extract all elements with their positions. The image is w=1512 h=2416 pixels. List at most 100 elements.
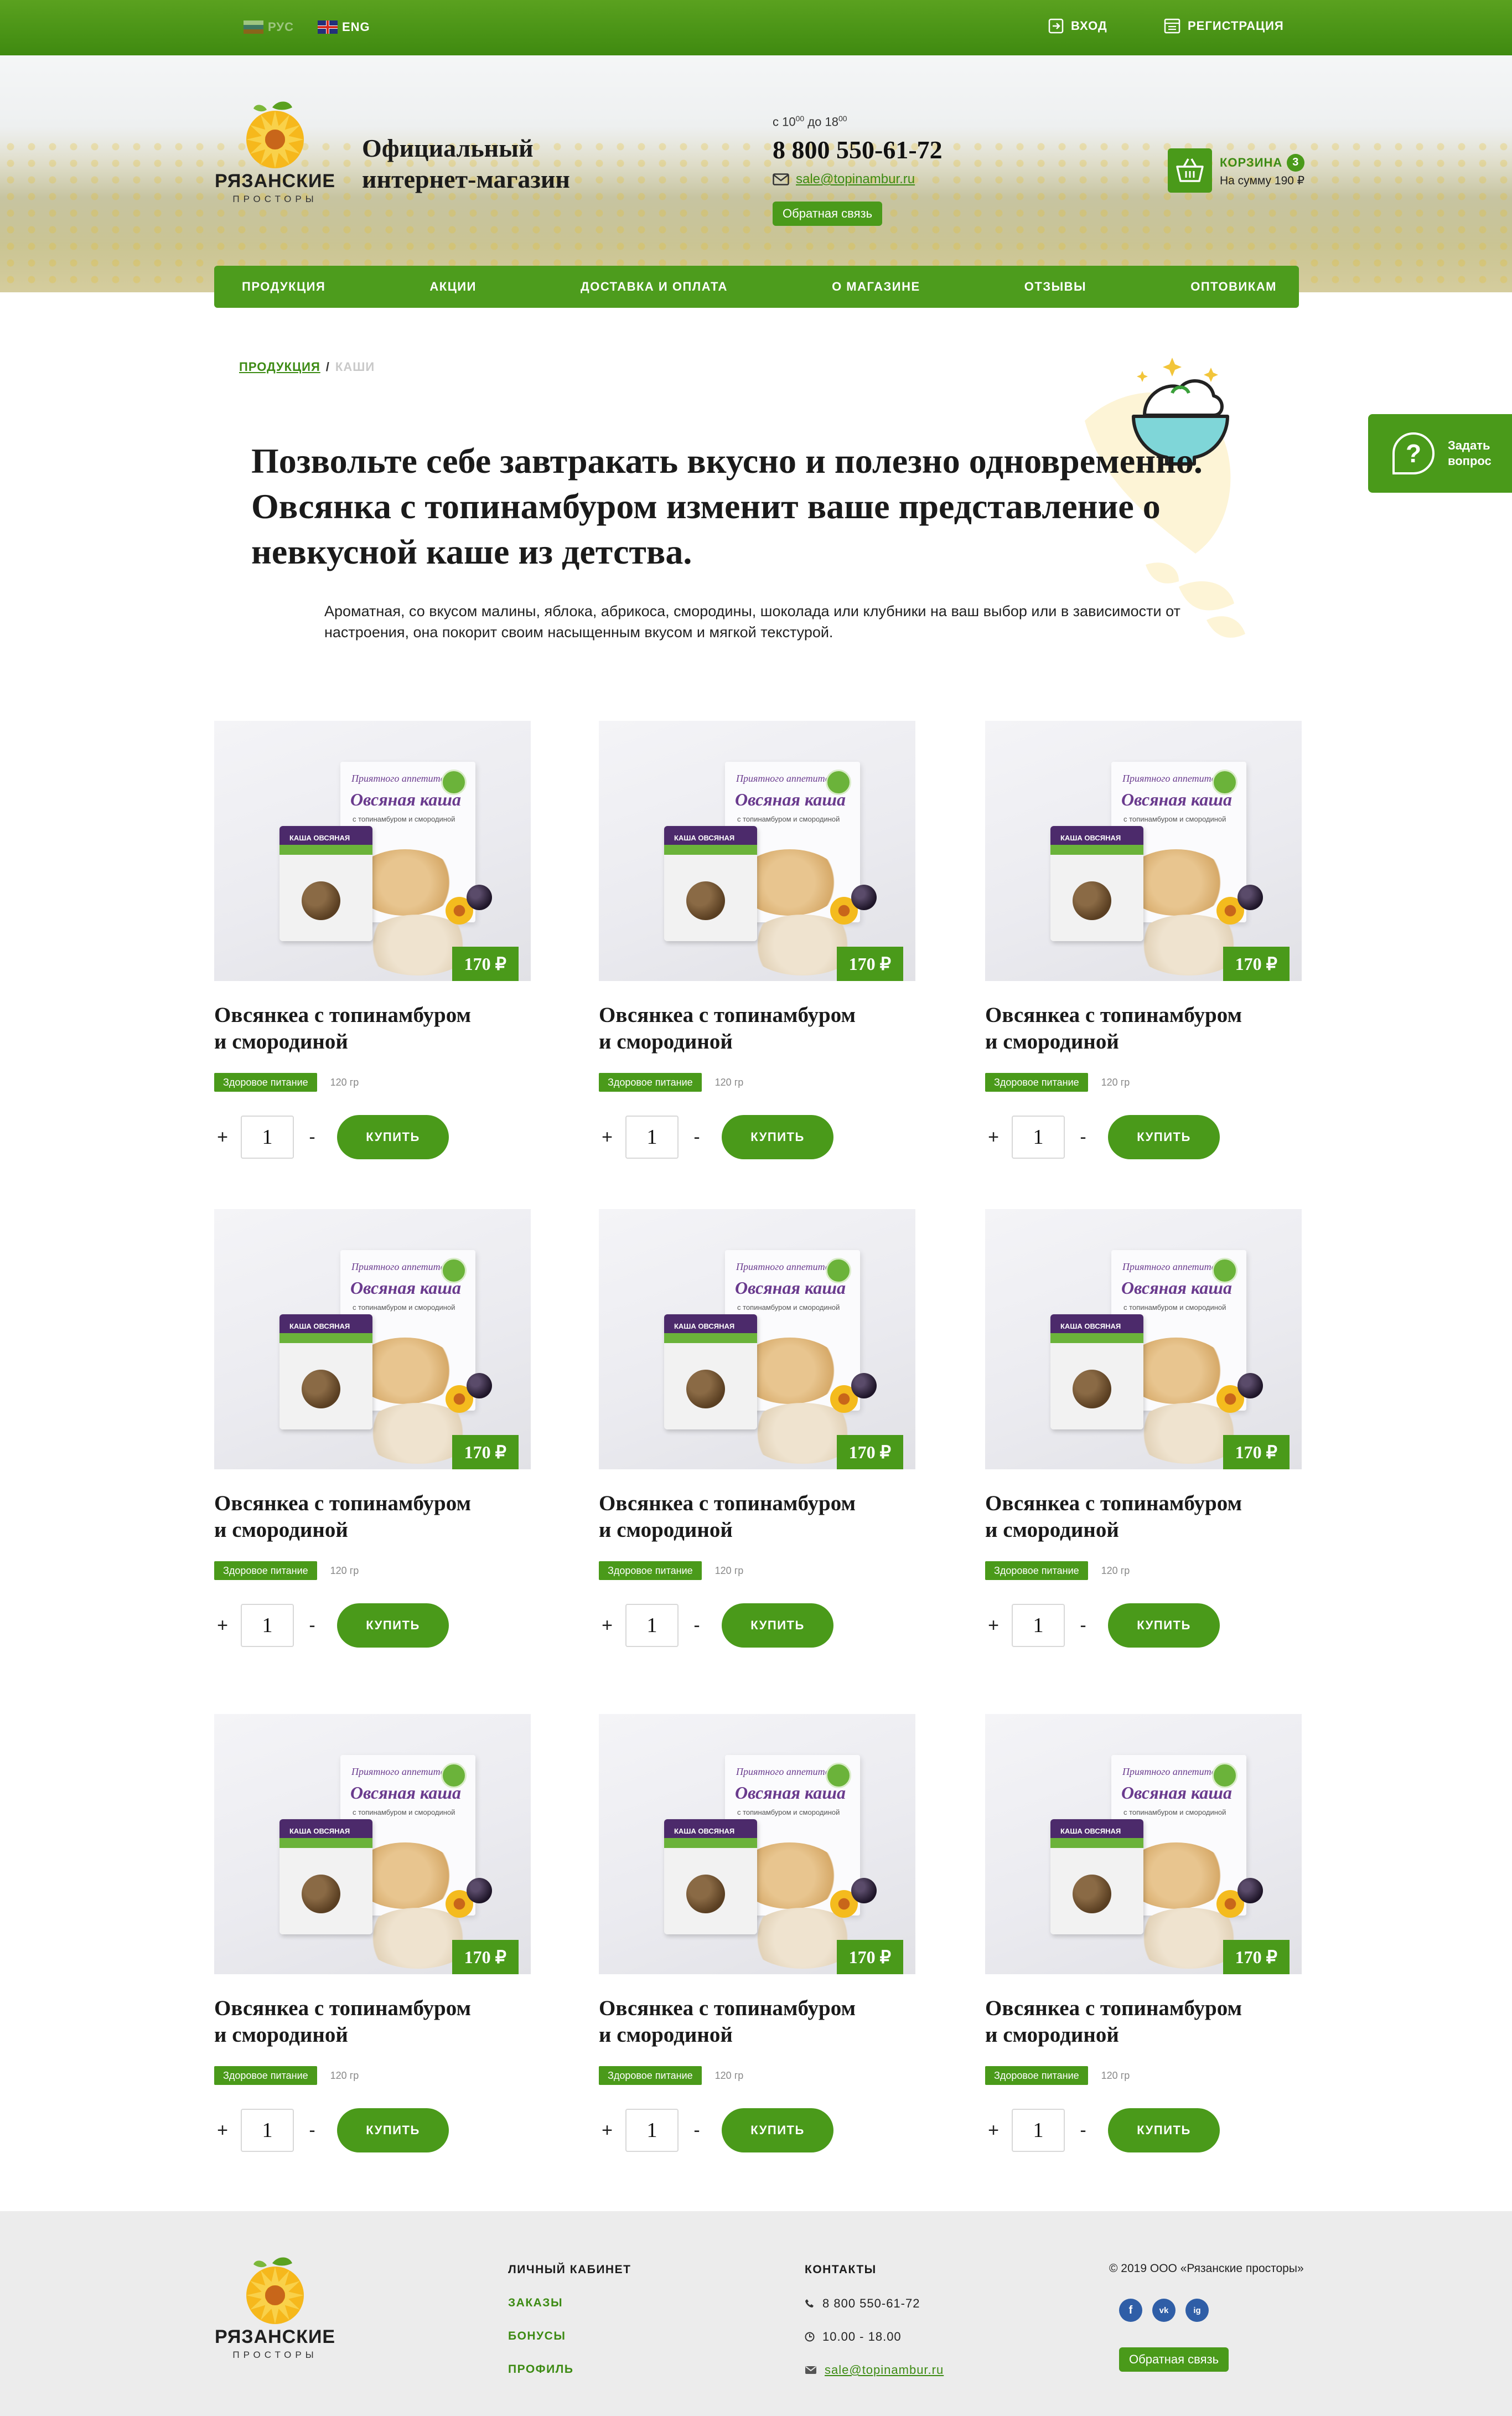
ask-question-button[interactable]: ? Задать вопрос bbox=[1368, 414, 1512, 493]
lang-switch-ru[interactable]: РУС bbox=[244, 20, 294, 34]
buy-button[interactable]: КУПИТЬ bbox=[337, 1115, 449, 1159]
product-name[interactable]: Овсянкеа с топинамбуром и смородиной bbox=[214, 1002, 531, 1055]
price-badge: 170 ₽ bbox=[836, 947, 903, 981]
facebook-icon[interactable]: f bbox=[1119, 2299, 1142, 2322]
product-name[interactable]: Овсянкеа с топинамбуром и смородиной bbox=[599, 1490, 915, 1543]
footer-link-profile[interactable]: ПРОФИЛЬ bbox=[508, 2363, 574, 2376]
category-tag[interactable]: Здоровое питание bbox=[599, 1561, 702, 1580]
footer-link-bonuses[interactable]: БОНУСЫ bbox=[508, 2330, 566, 2343]
instagram-icon[interactable]: ig bbox=[1185, 2299, 1209, 2322]
qty-plus-button[interactable]: + bbox=[214, 2121, 231, 2140]
qty-input[interactable]: 1 bbox=[1012, 1116, 1065, 1159]
login-link[interactable]: ВХОД bbox=[1048, 18, 1107, 34]
product-weight: 120 гр bbox=[1101, 2069, 1130, 2081]
qty-input[interactable]: 1 bbox=[241, 1116, 294, 1159]
header-phone[interactable]: 8 800 550-61-72 bbox=[773, 135, 943, 164]
qty-plus-button[interactable]: + bbox=[985, 1616, 1002, 1635]
cart-button[interactable] bbox=[1168, 148, 1212, 193]
category-tag[interactable]: Здоровое питание bbox=[985, 2066, 1088, 2085]
nav-item-products[interactable]: ПРОДУКЦИЯ bbox=[242, 280, 325, 294]
header-email-link[interactable]: sale@topinambur.ru bbox=[773, 172, 915, 187]
footer-phone[interactable]: 8 800 550-61-72 bbox=[805, 2296, 920, 2311]
qty-plus-button[interactable]: + bbox=[985, 2121, 1002, 2140]
qty-plus-button[interactable]: + bbox=[214, 1616, 231, 1635]
product-name[interactable]: Овсянкеа с топинамбуром и смородиной bbox=[599, 1995, 915, 2048]
buy-button[interactable]: КУПИТЬ bbox=[722, 1115, 833, 1159]
qty-plus-button[interactable]: + bbox=[599, 1616, 615, 1635]
qty-input[interactable]: 1 bbox=[625, 1604, 679, 1647]
qty-minus-button[interactable]: - bbox=[1075, 1616, 1091, 1635]
product-box-title: Овсяная каша bbox=[1121, 789, 1232, 809]
product-name[interactable]: Овсянкеа с топинамбуром и смородиной bbox=[985, 1490, 1302, 1543]
category-tag[interactable]: Здоровое питание bbox=[599, 1073, 702, 1092]
qty-plus-button[interactable]: + bbox=[599, 2121, 615, 2140]
price-badge: 170 ₽ bbox=[452, 1435, 519, 1469]
qty-input[interactable]: 1 bbox=[1012, 2109, 1065, 2152]
qty-plus-button[interactable]: + bbox=[599, 1128, 615, 1147]
qty-input[interactable]: 1 bbox=[1012, 1604, 1065, 1647]
breadcrumb-products-link[interactable]: ПРОДУКЦИЯ bbox=[239, 360, 320, 374]
uk-flag-icon bbox=[318, 20, 338, 34]
product-image[interactable]: Приятного аппетита Овсяная каша с топина… bbox=[599, 721, 915, 981]
buy-button[interactable]: КУПИТЬ bbox=[722, 1603, 833, 1648]
category-tag[interactable]: Здоровое питание bbox=[985, 1561, 1088, 1580]
buy-button[interactable]: КУПИТЬ bbox=[1108, 1603, 1220, 1648]
qty-minus-button[interactable]: - bbox=[304, 1128, 320, 1147]
product-name-line-1: Овсянкеа с топинамбуром bbox=[985, 1996, 1242, 2020]
product-image[interactable]: Приятного аппетита Овсяная каша с топина… bbox=[214, 1714, 531, 1974]
qty-minus-button[interactable]: - bbox=[1075, 1128, 1091, 1147]
buy-button[interactable]: КУПИТЬ bbox=[337, 2108, 449, 2152]
product-name[interactable]: Овсянкеа с топинамбуром и смородиной bbox=[599, 1002, 915, 1055]
qty-minus-button[interactable]: - bbox=[304, 1616, 320, 1635]
product-image[interactable]: Приятного аппетита Овсяная каша с топина… bbox=[599, 1714, 915, 1974]
header-feedback-button[interactable]: Обратная связь bbox=[773, 202, 883, 226]
footer-logo[interactable]: РЯЗАНСКИЕ ПРОСТОРЫ bbox=[215, 2255, 335, 2361]
product-image[interactable]: Приятного аппетита Овсяная каша с топина… bbox=[214, 721, 531, 981]
category-tag[interactable]: Здоровое питание bbox=[214, 2066, 317, 2085]
nav-item-reviews[interactable]: ОТЗЫВЫ bbox=[1024, 280, 1086, 294]
header-logo[interactable]: РЯЗАНСКИЕ ПРОСТОРЫ bbox=[215, 100, 335, 205]
qty-minus-button[interactable]: - bbox=[688, 1616, 705, 1635]
product-name[interactable]: Овсянкеа с топинамбуром и смородиной bbox=[985, 1995, 1302, 2048]
eco-badge-icon bbox=[441, 770, 467, 795]
qty-plus-button[interactable]: + bbox=[985, 1128, 1002, 1147]
category-tag[interactable]: Здоровое питание bbox=[214, 1561, 317, 1580]
category-tag[interactable]: Здоровое питание bbox=[214, 1073, 317, 1092]
lang-switch-en[interactable]: ENG bbox=[318, 20, 370, 34]
product-image[interactable]: Приятного аппетита Овсяная каша с топина… bbox=[985, 1209, 1302, 1469]
product-name[interactable]: Овсянкеа с топинамбуром и смородиной bbox=[214, 1490, 531, 1543]
product-image[interactable]: Приятного аппетита Овсяная каша с топина… bbox=[985, 721, 1302, 981]
category-tag[interactable]: Здоровое питание bbox=[599, 2066, 702, 2085]
qty-plus-button[interactable]: + bbox=[214, 1128, 231, 1147]
buy-button[interactable]: КУПИТЬ bbox=[337, 1603, 449, 1648]
buy-button[interactable]: КУПИТЬ bbox=[722, 2108, 833, 2152]
qty-input[interactable]: 1 bbox=[241, 2109, 294, 2152]
footer-feedback-button[interactable]: Обратная связь bbox=[1119, 2347, 1229, 2372]
qty-input[interactable]: 1 bbox=[625, 1116, 679, 1159]
buy-button[interactable]: КУПИТЬ bbox=[1108, 2108, 1220, 2152]
footer-email-link[interactable]: sale@topinambur.ru bbox=[805, 2363, 944, 2377]
qty-minus-button[interactable]: - bbox=[688, 2121, 705, 2140]
buy-button[interactable]: КУПИТЬ bbox=[1108, 1115, 1220, 1159]
product-name[interactable]: Овсянкеа с топинамбуром и смородиной bbox=[985, 1002, 1302, 1055]
qty-minus-button[interactable]: - bbox=[304, 2121, 320, 2140]
category-tag[interactable]: Здоровое питание bbox=[985, 1073, 1088, 1092]
product-meta: Здоровое питание 120 гр bbox=[599, 2066, 915, 2085]
qty-minus-button[interactable]: - bbox=[688, 1128, 705, 1147]
qty-input[interactable]: 1 bbox=[625, 2109, 679, 2152]
product-name[interactable]: Овсянкеа с топинамбуром и смородиной bbox=[214, 1995, 531, 2048]
product-image[interactable]: Приятного аппетита Овсяная каша с топина… bbox=[985, 1714, 1302, 1974]
cart-widget[interactable]: КОРЗИНА 3 На сумму 190 ₽ bbox=[1168, 148, 1305, 193]
product-image[interactable]: Приятного аппетита Овсяная каша с топина… bbox=[214, 1209, 531, 1469]
nav-item-delivery[interactable]: ДОСТАВКА И ОПЛАТА bbox=[581, 280, 728, 294]
product-image[interactable]: Приятного аппетита Овсяная каша с топина… bbox=[599, 1209, 915, 1469]
vk-icon[interactable]: vk bbox=[1152, 2299, 1176, 2322]
register-link[interactable]: РЕГИСТРАЦИЯ bbox=[1163, 18, 1284, 34]
footer-link-orders[interactable]: ЗАКАЗЫ bbox=[508, 2296, 563, 2310]
nav-item-promotions[interactable]: АКЦИИ bbox=[429, 280, 477, 294]
nav-item-wholesale[interactable]: ОПТОВИКАМ bbox=[1190, 280, 1277, 294]
qty-input[interactable]: 1 bbox=[241, 1604, 294, 1647]
bag-label: КАША ОВСЯНАЯ bbox=[674, 1827, 735, 1835]
qty-minus-button[interactable]: - bbox=[1075, 2121, 1091, 2140]
nav-item-about[interactable]: О МАГАЗИНЕ bbox=[832, 280, 920, 294]
